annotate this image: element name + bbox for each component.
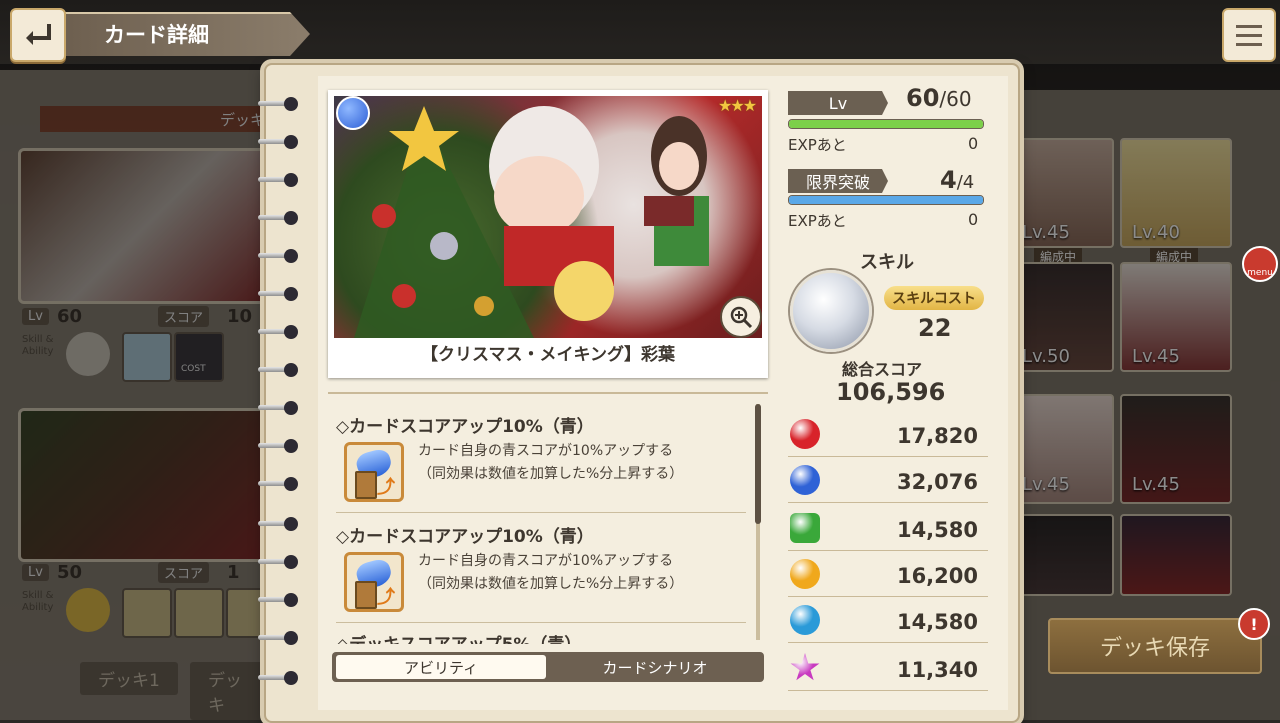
lv-readout: 60/60 [906,84,972,112]
scroll-thumb[interactable] [755,404,761,524]
yellow-gem-icon [790,559,820,589]
blue-gem-icon [790,465,820,495]
ability-desc-line: カード自身の青スコアが10%アップする [418,553,674,569]
limit-readout: 4/4 [940,166,974,194]
score-value: 14,580 [896,610,978,634]
skill-cost-label: スキルコスト [884,286,984,310]
tab-card-scenario[interactable]: カードシナリオ [550,655,760,679]
ability-title-clip: ◇デッキスコアアップ5%（青） [336,630,746,644]
card-name: 【クリスマス・メイキング】彩葉 [421,345,675,365]
lv-pill: Lv [788,91,888,115]
lv-max: /60 [939,87,972,111]
pink-star-icon [790,653,820,681]
ability-desc: カード自身の青スコアが10%アップする （同効果は数値を加算した%分上昇する） [418,440,683,486]
cyan-orb-icon [790,605,820,635]
limit-break-pill: 限界突破 [788,169,888,193]
total-score-value: 106,596 [836,378,946,406]
score-value: 11,340 [896,658,978,682]
ability-desc: カード自身の青スコアが10%アップする （同効果は数値を加算した%分上昇する） [418,550,683,596]
score-row-pink: 11,340 [788,650,988,691]
page-title: カード詳細 [104,23,209,47]
binder-ring [258,439,298,453]
binder-ring [258,363,298,377]
exp-value: 0 [968,134,979,153]
binder-ring [258,593,298,607]
score-value: 32,076 [896,470,978,494]
ability-title: ◇カードスコアアップ10%（青） [336,527,594,547]
binder-ring [258,211,298,225]
rarity-stars: ★★★ [718,96,757,115]
red-gem-icon [790,419,820,449]
score-up-ability-icon: ⤴ [344,552,404,612]
lv-progress-fill [789,120,983,128]
binder-ring [258,631,298,645]
blue-gem-icon [336,96,370,130]
ability-desc-line: （同効果は数値を加算した%分上昇する） [418,576,684,592]
divider [336,622,746,623]
christmas-tree-art [354,106,709,338]
binder-ring [258,325,298,339]
limit-max: /4 [956,172,975,193]
score-value: 16,200 [896,564,978,588]
return-arrow-icon [26,24,51,45]
skill-label: スキル [860,252,914,273]
tab-ability[interactable]: アビリティ [336,655,546,679]
lv-value: 60 [906,84,940,112]
binder-ring [258,555,298,569]
binder-ring [258,477,298,491]
ability-desc-line: （同効果は数値を加算した%分上昇する） [418,466,684,482]
card-illustration[interactable] [334,96,762,338]
binder-ring [258,287,298,301]
ability-title: ◇カードスコアアップ10%（青） [336,417,594,437]
binder-ring [258,97,298,111]
binder-ring [258,135,298,149]
binder-ring [258,671,298,685]
binder-ring [258,401,298,415]
limit-progress-bar [788,195,984,205]
ability-desc-line: カード自身の青スコアが10%アップする [418,443,674,459]
green-gem-icon [790,513,820,543]
divider [336,512,746,513]
limit-value: 4 [940,166,957,194]
exp-label: EXPあと [788,212,847,230]
score-row-green: 14,580 [788,510,988,551]
score-row-blue: 32,076 [788,462,988,503]
binder-ring [258,173,298,187]
exp-value: 0 [968,210,979,229]
score-row-red: 17,820 [788,416,988,457]
ability-title: ◇デッキスコアアップ5%（青） [336,630,581,644]
menu-chip-button[interactable]: menu [1242,246,1278,282]
alert-icon: ! [1238,608,1270,640]
score-value: 17,820 [896,424,978,448]
total-score-label: 総合スコア [842,360,923,379]
binder-ring [258,249,298,263]
save-deck-button[interactable]: デッキ保存 [1048,618,1262,674]
score-row-yellow: 16,200 [788,556,988,597]
skill-icon[interactable] [790,270,872,352]
hamburger-menu-button[interactable] [1222,8,1276,62]
back-button[interactable] [10,8,66,62]
skill-cost-value: 22 [918,314,952,342]
score-up-ability-icon: ⤴ [344,442,404,502]
binder-ring [258,517,298,531]
zoom-button[interactable] [720,296,762,338]
limit-progress-fill [789,196,983,204]
score-value: 14,580 [896,518,978,542]
lv-progress-bar [788,119,984,129]
magnifier-plus-icon [730,306,753,329]
exp-label: EXPあと [788,136,847,154]
score-row-cyan: 14,580 [788,602,988,643]
